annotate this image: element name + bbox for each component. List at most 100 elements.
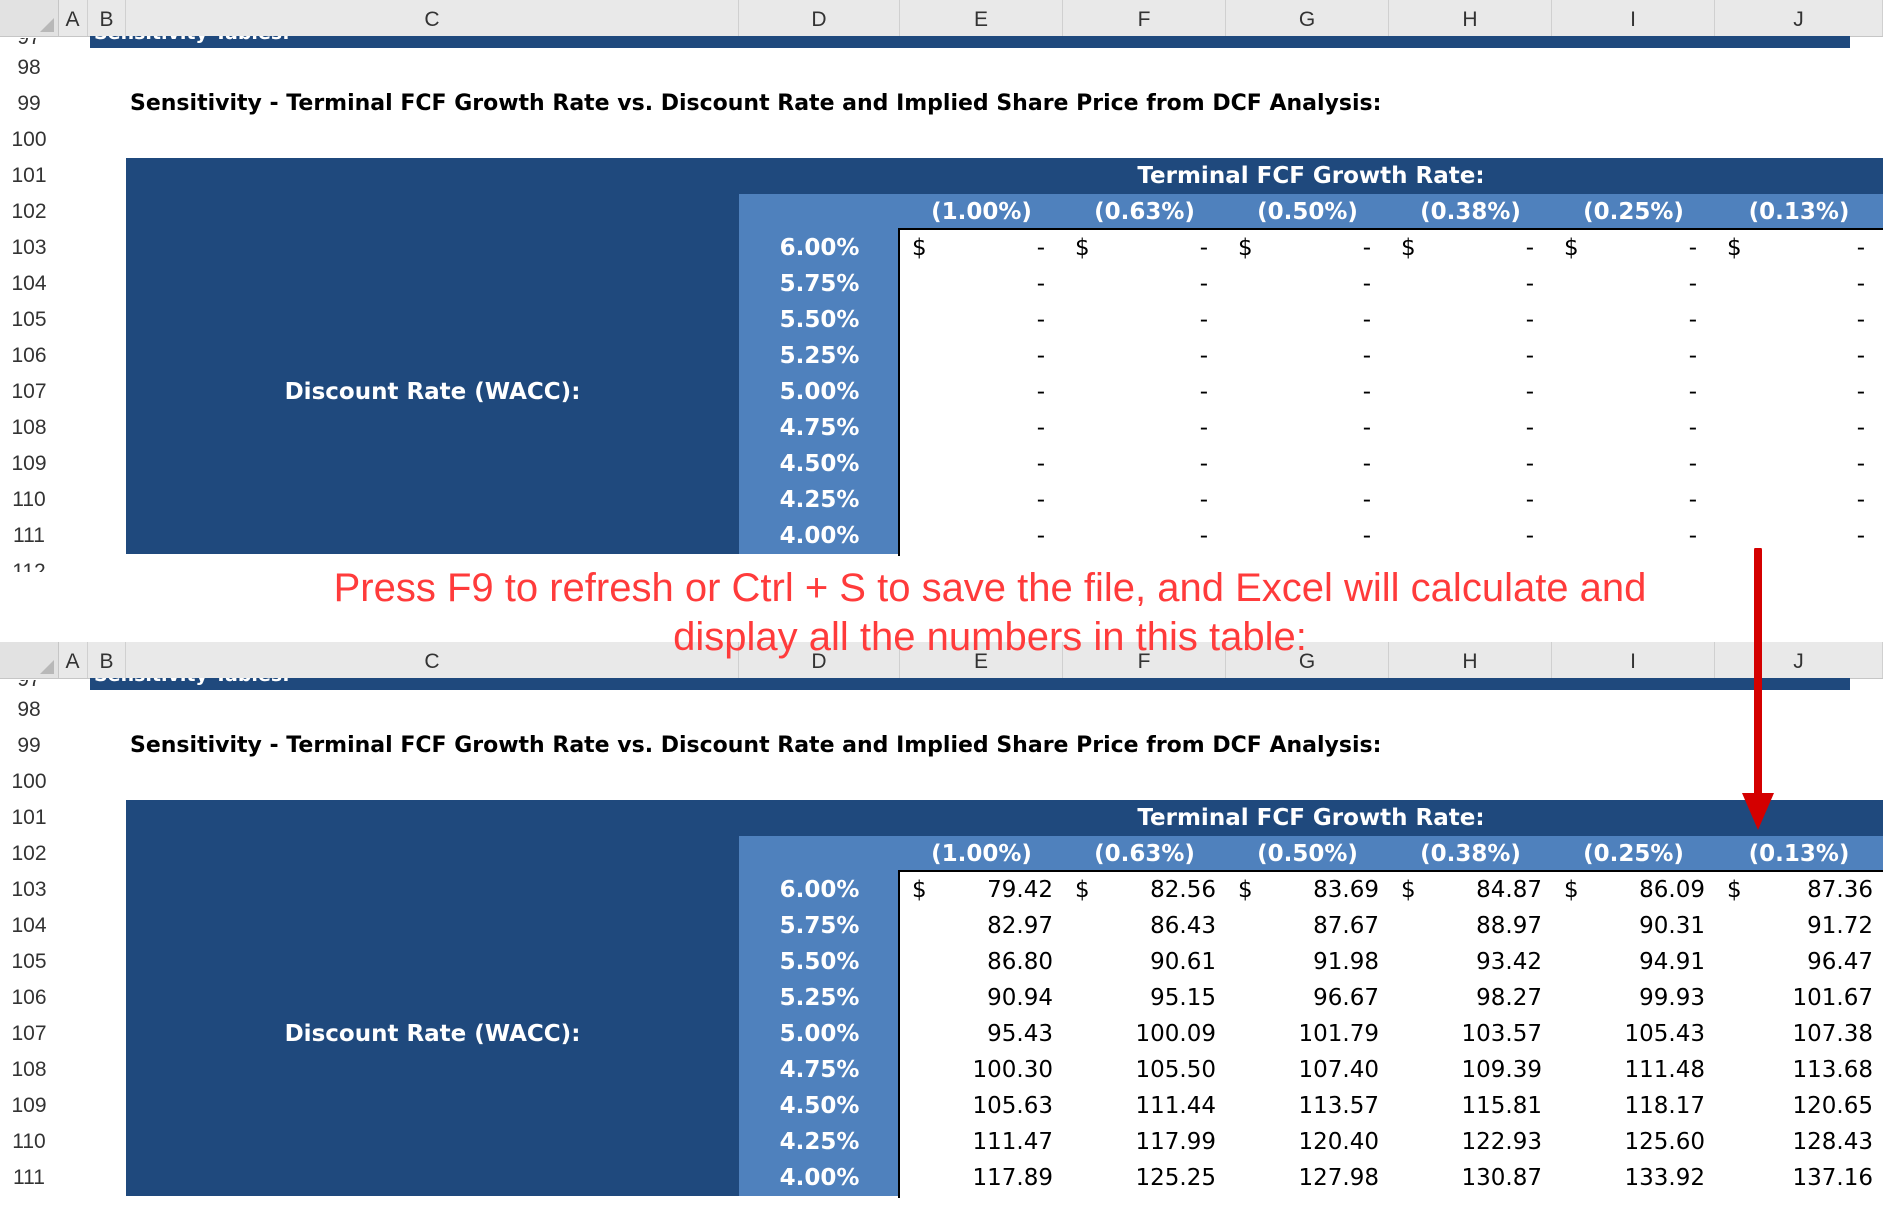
share-price-cell[interactable]: -: [1389, 230, 1534, 266]
row-number-105[interactable]: 105: [0, 944, 58, 980]
share-price-cell[interactable]: -: [1715, 446, 1865, 482]
share-price-cell[interactable]: -: [1063, 410, 1208, 446]
share-price-cell[interactable]: -: [1389, 266, 1534, 302]
share-price-cell[interactable]: -: [1226, 518, 1371, 554]
row-number-104[interactable]: 104: [0, 266, 58, 302]
share-price-cell[interactable]: -: [1063, 266, 1208, 302]
row-number-107[interactable]: 107: [0, 374, 58, 410]
share-price-cell[interactable]: 105.43: [1552, 1016, 1705, 1052]
share-price-cell[interactable]: -: [1552, 374, 1697, 410]
column-header-a[interactable]: A: [58, 642, 88, 678]
share-price-cell[interactable]: -: [1552, 446, 1697, 482]
column-header-f[interactable]: F: [1063, 0, 1226, 36]
column-header-e[interactable]: E: [900, 0, 1063, 36]
share-price-cell[interactable]: -: [1063, 302, 1208, 338]
share-price-cell[interactable]: 90.61: [1063, 944, 1216, 980]
row-number-104[interactable]: 104: [0, 908, 58, 944]
share-price-cell[interactable]: 79.42: [900, 872, 1053, 908]
share-price-cell[interactable]: -: [1715, 518, 1865, 554]
share-price-cell[interactable]: 125.60: [1552, 1124, 1705, 1160]
share-price-cell[interactable]: 111.44: [1063, 1088, 1216, 1124]
share-price-cell[interactable]: -: [1389, 374, 1534, 410]
share-price-cell[interactable]: 94.91: [1552, 944, 1705, 980]
column-header-g[interactable]: G: [1226, 0, 1389, 36]
share-price-cell[interactable]: -: [1715, 302, 1865, 338]
row-number-106[interactable]: 106: [0, 980, 58, 1016]
share-price-cell[interactable]: 82.97: [900, 908, 1053, 944]
share-price-cell[interactable]: -: [1715, 230, 1865, 266]
share-price-cell[interactable]: 87.36: [1715, 872, 1873, 908]
row-number-109[interactable]: 109: [0, 1088, 58, 1124]
column-header-d[interactable]: D: [739, 0, 900, 36]
share-price-cell[interactable]: -: [1063, 518, 1208, 554]
share-price-cell[interactable]: 82.56: [1063, 872, 1216, 908]
row-number-100[interactable]: 100: [0, 122, 58, 158]
share-price-cell[interactable]: -: [1226, 446, 1371, 482]
row-number-99[interactable]: 99: [0, 86, 58, 122]
share-price-cell[interactable]: 95.15: [1063, 980, 1216, 1016]
share-price-cell[interactable]: 105.63: [900, 1088, 1053, 1124]
row-number-102[interactable]: 102: [0, 194, 58, 230]
share-price-cell[interactable]: 120.40: [1226, 1124, 1379, 1160]
column-header-j[interactable]: J: [1715, 0, 1883, 36]
share-price-cell[interactable]: -: [1552, 518, 1697, 554]
share-price-cell[interactable]: -: [1226, 230, 1371, 266]
column-header-h[interactable]: H: [1389, 0, 1552, 36]
share-price-cell[interactable]: -: [1063, 338, 1208, 374]
share-price-cell[interactable]: -: [900, 266, 1045, 302]
column-header-c[interactable]: C: [126, 0, 739, 36]
share-price-cell[interactable]: -: [1063, 482, 1208, 518]
share-price-cell[interactable]: 87.67: [1226, 908, 1379, 944]
select-all-corner[interactable]: [0, 0, 59, 36]
share-price-cell[interactable]: 98.27: [1389, 980, 1542, 1016]
row-number-110[interactable]: 110: [0, 1124, 58, 1160]
share-price-cell[interactable]: 99.93: [1552, 980, 1705, 1016]
share-price-cell[interactable]: 105.50: [1063, 1052, 1216, 1088]
select-all-corner[interactable]: [0, 642, 59, 678]
share-price-cell[interactable]: 88.97: [1389, 908, 1542, 944]
share-price-cell[interactable]: -: [1715, 482, 1865, 518]
share-price-cell[interactable]: -: [900, 482, 1045, 518]
share-price-cell[interactable]: -: [1063, 374, 1208, 410]
share-price-cell[interactable]: 101.67: [1715, 980, 1873, 1016]
share-price-cell[interactable]: 93.42: [1389, 944, 1542, 980]
share-price-cell[interactable]: -: [900, 338, 1045, 374]
row-number-100[interactable]: 100: [0, 764, 58, 800]
row-number-111[interactable]: 111: [0, 518, 58, 554]
row-number-105[interactable]: 105: [0, 302, 58, 338]
share-price-cell[interactable]: -: [1389, 518, 1534, 554]
share-price-cell[interactable]: 91.98: [1226, 944, 1379, 980]
share-price-cell[interactable]: 90.31: [1552, 908, 1705, 944]
share-price-cell[interactable]: 101.79: [1226, 1016, 1379, 1052]
share-price-cell[interactable]: 95.43: [900, 1016, 1053, 1052]
share-price-cell[interactable]: -: [1552, 482, 1697, 518]
row-number-108[interactable]: 108: [0, 410, 58, 446]
share-price-cell[interactable]: -: [1226, 302, 1371, 338]
share-price-cell[interactable]: 103.57: [1389, 1016, 1542, 1052]
share-price-cell[interactable]: 100.09: [1063, 1016, 1216, 1052]
share-price-cell[interactable]: -: [1552, 302, 1697, 338]
row-number-111[interactable]: 111: [0, 1160, 58, 1196]
share-price-cell[interactable]: 86.09: [1552, 872, 1705, 908]
share-price-cell[interactable]: 111.48: [1552, 1052, 1705, 1088]
share-price-cell[interactable]: -: [1552, 410, 1697, 446]
column-header-i[interactable]: I: [1552, 0, 1715, 36]
column-header-b[interactable]: B: [88, 642, 126, 678]
row-number-106[interactable]: 106: [0, 338, 58, 374]
share-price-cell[interactable]: 113.68: [1715, 1052, 1873, 1088]
share-price-cell[interactable]: 128.43: [1715, 1124, 1873, 1160]
share-price-cell[interactable]: 125.25: [1063, 1160, 1216, 1196]
share-price-cell[interactable]: -: [900, 230, 1045, 266]
share-price-cell[interactable]: 96.67: [1226, 980, 1379, 1016]
share-price-cell[interactable]: 109.39: [1389, 1052, 1542, 1088]
share-price-cell[interactable]: 107.40: [1226, 1052, 1379, 1088]
share-price-cell[interactable]: 118.17: [1552, 1088, 1705, 1124]
row-number-101[interactable]: 101: [0, 800, 58, 836]
row-number-101[interactable]: 101: [0, 158, 58, 194]
share-price-cell[interactable]: 86.80: [900, 944, 1053, 980]
share-price-cell[interactable]: -: [1715, 410, 1865, 446]
share-price-cell[interactable]: 127.98: [1226, 1160, 1379, 1196]
row-number-103[interactable]: 103: [0, 872, 58, 908]
share-price-cell[interactable]: -: [1063, 230, 1208, 266]
column-header-b[interactable]: B: [88, 0, 126, 36]
